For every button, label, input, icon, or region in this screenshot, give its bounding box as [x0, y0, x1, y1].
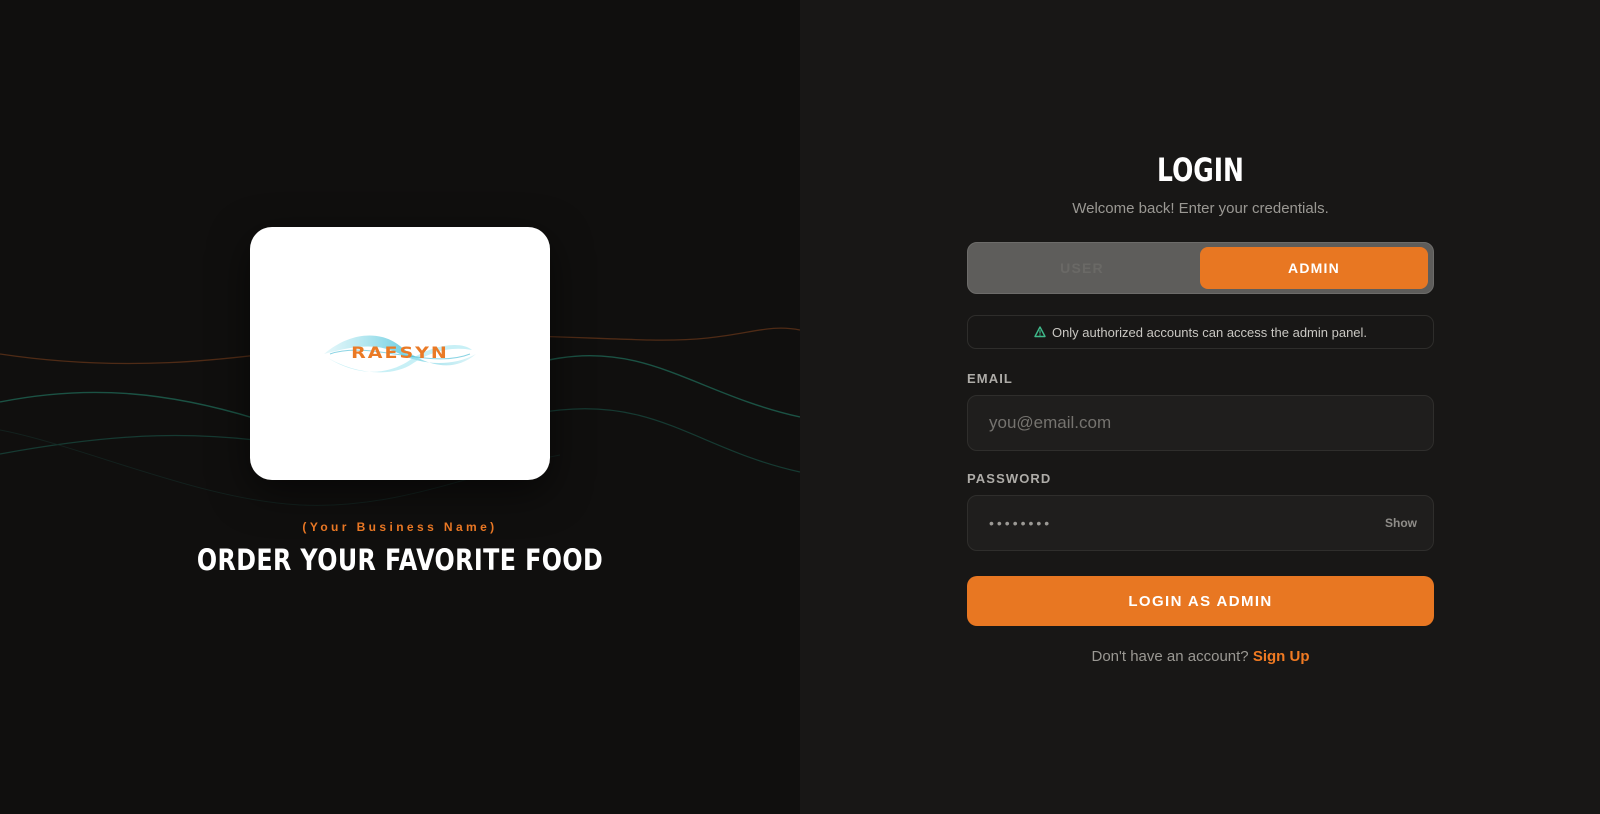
warning-icon — [1034, 326, 1046, 338]
password-field-wrapper: Show — [967, 495, 1434, 551]
page-subtitle: Welcome back! Enter your credentials. — [1072, 200, 1329, 217]
business-name: (Your Business Name) — [302, 520, 498, 534]
email-field-wrapper — [967, 395, 1434, 451]
login-page: RAESYN (Your Business Name) ORDER YOUR F… — [0, 0, 1600, 814]
email-label: EMAIL — [967, 371, 1013, 386]
brand-panel: RAESYN (Your Business Name) ORDER YOUR F… — [0, 0, 800, 814]
login-panel: LOGIN Welcome back! Enter your credentia… — [800, 0, 1600, 814]
role-toggle: USER ADMIN — [967, 242, 1434, 294]
signup-prompt-text: Don't have an account? — [1091, 648, 1249, 665]
page-title: LOGIN — [1157, 151, 1244, 189]
logo-text: RAESYN — [351, 343, 449, 362]
login-form: LOGIN Welcome back! Enter your credentia… — [967, 150, 1434, 665]
tab-user[interactable]: USER — [968, 243, 1196, 293]
admin-notice: Only authorized accounts can access the … — [967, 315, 1434, 349]
password-field[interactable] — [968, 496, 1433, 550]
logo-card: RAESYN — [250, 227, 550, 480]
signup-prompt: Don't have an account? Sign Up — [967, 648, 1434, 665]
tagline: ORDER YOUR FAVORITE FOOD — [196, 543, 604, 577]
login-button[interactable]: LOGIN AS ADMIN — [967, 576, 1434, 626]
password-label: PASSWORD — [967, 471, 1052, 486]
signup-link[interactable]: Sign Up — [1253, 648, 1310, 665]
brand-logo: RAESYN — [320, 324, 480, 384]
notice-text: Only authorized accounts can access the … — [1051, 324, 1368, 340]
email-field[interactable] — [968, 396, 1433, 450]
show-password-button[interactable]: Show — [1385, 496, 1417, 550]
tab-admin[interactable]: ADMIN — [1200, 247, 1428, 289]
